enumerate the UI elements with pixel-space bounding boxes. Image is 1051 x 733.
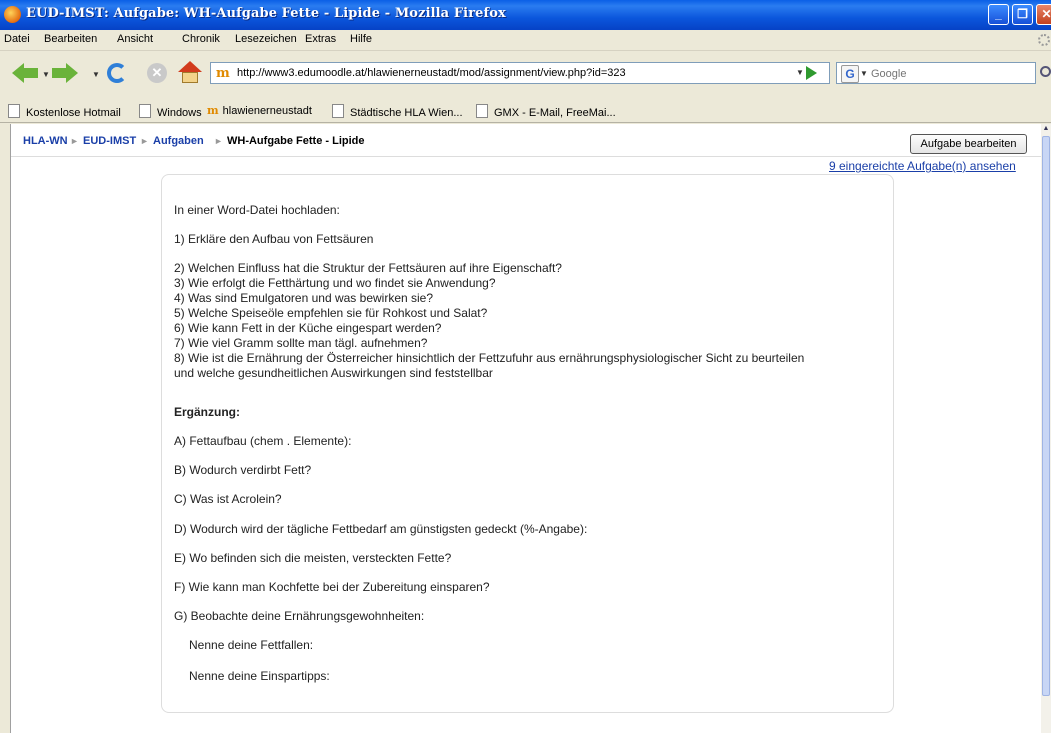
reload-icon[interactable]: [107, 63, 127, 83]
search-input[interactable]: [869, 65, 1033, 83]
sub-item: Nenne deine Fettfallen:: [189, 638, 314, 652]
question-item: 5) Welche Speiseöle empfehlen sie für Ro…: [174, 306, 488, 320]
stop-icon[interactable]: ✕: [147, 63, 167, 83]
maximize-button[interactable]: ❐: [1012, 4, 1033, 25]
bookmark-hotmail[interactable]: Kostenlose Hotmail: [8, 104, 121, 119]
breadcrumb-eud-imst[interactable]: EUD-IMST: [83, 135, 136, 147]
menu-extras[interactable]: Extras: [305, 33, 336, 45]
close-button[interactable]: ✕: [1036, 4, 1051, 25]
minimize-button[interactable]: _: [988, 4, 1009, 25]
menu-hilfe[interactable]: Hilfe: [350, 33, 372, 45]
question-item: 7) Wie viel Gramm sollte man tägl. aufne…: [174, 336, 428, 350]
breadcrumb-hla-wn[interactable]: HLA-WN: [23, 135, 68, 147]
supplement-item: D) Wodurch wird der tägliche Fettbedarf …: [174, 522, 588, 536]
scroll-up-arrow-icon[interactable]: ▲: [1042, 125, 1050, 135]
breadcrumb-current: WH-Aufgabe Fette - Lipide: [227, 135, 365, 147]
minimize-icon: _: [995, 7, 1002, 21]
breadcrumb: HLA-WN ► EUD-IMST ► Aufgaben ► WH-Aufgab…: [11, 124, 1042, 157]
sub-item: Nenne deine Einspartipps:: [189, 669, 330, 683]
edit-assignment-button[interactable]: Aufgabe bearbeiten: [910, 134, 1027, 154]
supplement-item: A) Fettaufbau (chem . Elemente):: [174, 434, 352, 448]
question-item: 2) Welchen Einfluss hat die Struktur der…: [174, 261, 562, 275]
menu-bar: Datei Bearbeiten Ansicht Chronik Lesezei…: [0, 30, 1051, 51]
firefox-icon: [4, 6, 21, 23]
moodle-favicon-icon: m: [207, 104, 219, 117]
address-input[interactable]: http://www3.edumoodle.at/hlawienerneusta…: [237, 67, 626, 79]
bookmarks-toolbar: Kostenlose Hotmail Windows m hlawienerneu…: [0, 97, 1051, 123]
home-icon[interactable]: [178, 61, 202, 85]
supplement-item: E) Wo befinden sich die meisten, verstec…: [174, 551, 452, 565]
address-bar[interactable]: m http://www3.edumoodle.at/hlawienerneus…: [210, 62, 830, 84]
page-viewport: HLA-WN ► EUD-IMST ► Aufgaben ► WH-Aufgab…: [10, 124, 1042, 733]
menu-datei[interactable]: Datei: [4, 33, 30, 45]
bookmark-gmx[interactable]: GMX - E-Mail, FreeMai...: [476, 104, 616, 119]
window-left-frame: [0, 124, 10, 733]
search-magnifier-icon[interactable]: [1040, 66, 1051, 77]
window-title: EUD-IMST: Aufgabe: WH-Aufgabe Fette - Li…: [26, 6, 506, 21]
breadcrumb-separator: ►: [140, 136, 149, 146]
bookmark-hlawienerneustadt[interactable]: m hlawienerneustadt: [207, 104, 312, 117]
question-item: 8) Wie ist die Ernährung der Österreiche…: [174, 351, 805, 365]
assignment-intro: In einer Word-Datei hochladen:: [174, 203, 340, 217]
page-icon: [332, 104, 344, 118]
address-history-dropdown-icon[interactable]: ▼: [793, 66, 807, 80]
page-icon: [8, 104, 20, 118]
back-arrow-icon[interactable]: [12, 63, 38, 83]
supplement-item: G) Beobachte deine Ernährungsgewohnheite…: [174, 609, 425, 623]
bookmark-windows[interactable]: Windows: [139, 104, 202, 119]
question-item: 4) Was sind Emulgatoren und was bewirken…: [174, 291, 434, 305]
bookmark-staedtische-hla[interactable]: Städtische HLA Wien...: [332, 104, 463, 119]
maximize-icon: ❐: [1017, 7, 1028, 21]
page-icon: [476, 104, 488, 118]
question-item: 3) Wie erfolgt die Fetthärtung und wo fi…: [174, 276, 496, 290]
view-submissions-link[interactable]: 9 eingereichte Aufgabe(n) ansehen: [829, 159, 1016, 173]
menu-chronik[interactable]: Chronik: [182, 33, 220, 45]
close-icon: ✕: [1041, 7, 1051, 21]
go-arrow-icon[interactable]: [806, 66, 817, 80]
breadcrumb-separator: ►: [214, 136, 223, 146]
back-history-dropdown-icon[interactable]: ▼: [42, 70, 50, 79]
question-item: 6) Wie kann Fett in der Küche eingespart…: [174, 321, 442, 335]
supplement-item: B) Wodurch verdirbt Fett?: [174, 463, 312, 477]
scrollbar-thumb[interactable]: [1042, 136, 1050, 696]
moodle-favicon-icon: m: [216, 66, 230, 81]
menu-lesezeichen[interactable]: Lesezeichen: [235, 33, 297, 45]
forward-arrow-icon[interactable]: [52, 63, 78, 83]
breadcrumb-aufgaben[interactable]: Aufgaben: [153, 135, 204, 147]
page-icon: [139, 104, 151, 118]
question-item: und welche gesundheitlichen Auswirkungen…: [174, 366, 493, 380]
activity-throbber-icon: [1038, 34, 1050, 46]
supplement-heading: Ergänzung:: [174, 405, 240, 419]
breadcrumb-separator: ►: [70, 136, 79, 146]
window-titlebar: EUD-IMST: Aufgabe: WH-Aufgabe Fette - Li…: [0, 0, 1051, 30]
vertical-scrollbar[interactable]: ▲: [1041, 124, 1051, 733]
google-engine-icon[interactable]: G: [841, 65, 859, 83]
search-engine-dropdown-icon[interactable]: ▼: [860, 69, 868, 78]
supplement-item: C) Was ist Acrolein?: [174, 492, 282, 506]
menu-ansicht[interactable]: Ansicht: [117, 33, 153, 45]
menu-bearbeiten[interactable]: Bearbeiten: [44, 33, 97, 45]
forward-history-dropdown-icon[interactable]: ▼: [92, 70, 100, 79]
search-box[interactable]: G ▼: [836, 62, 1036, 84]
supplement-item: F) Wie kann man Kochfette bei der Zubere…: [174, 580, 490, 594]
question-1: 1) Erkläre den Aufbau von Fettsäuren: [174, 232, 374, 246]
